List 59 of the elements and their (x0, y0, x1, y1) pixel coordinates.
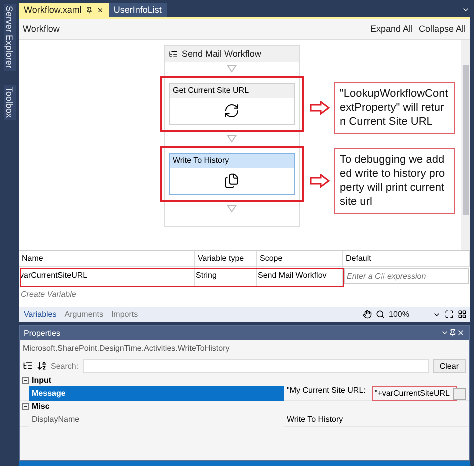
pin-icon[interactable] (86, 6, 93, 14)
hand-icon[interactable] (363, 310, 372, 319)
column-header: Scope (257, 251, 343, 267)
create-variable-link[interactable]: Create Variable (19, 289, 78, 300)
property-value: Write To History (287, 415, 344, 424)
side-tab[interactable]: Toolbox (4, 84, 16, 120)
collapse-icon[interactable] (22, 377, 29, 384)
fit-icon[interactable] (445, 310, 454, 319)
designer-tab[interactable]: Variables (22, 310, 59, 319)
panel-title: Properties (24, 328, 60, 338)
type-name: Microsoft.SharePoint.DesignTime.Activities.WriteToHistory (22, 343, 231, 355)
overview-icon[interactable] (458, 310, 467, 319)
document-tab[interactable]: Workflow.xaml (19, 3, 109, 17)
document-tab[interactable]: UserInfoList (108, 3, 167, 17)
categorized-icon[interactable] (23, 361, 33, 371)
side-tab[interactable]: Server Explorer (4, 4, 16, 71)
dropdown-icon[interactable] (462, 6, 470, 14)
search-label: Search: (51, 362, 79, 370)
activity-card[interactable]: Get Current Site URL (169, 83, 295, 125)
sequence-icon (169, 50, 178, 58)
documents-icon (224, 173, 240, 189)
column-header: Name (19, 251, 195, 267)
property-name[interactable]: Message (29, 386, 284, 401)
expression-field[interactable]: Enter a C# expression (344, 268, 469, 284)
dropdown-icon[interactable] (441, 329, 449, 337)
drop-arrow-icon (227, 205, 237, 213)
drop-arrow-icon (227, 135, 237, 143)
arrow-icon (310, 174, 330, 188)
annotation-note: To debugging we added write to history property will print current site url (334, 148, 455, 214)
table-cell: varCurrentSiteURL (19, 267, 195, 286)
pin-icon[interactable] (449, 329, 457, 337)
designer-tab[interactable]: Imports (109, 310, 140, 319)
activity-title: Write To History (170, 154, 294, 168)
search-field[interactable] (82, 359, 429, 373)
category-label: Misc (32, 402, 50, 411)
arrow-icon (310, 101, 330, 115)
activity-card[interactable]: Write To History (169, 153, 295, 195)
breadcrumb[interactable]: Workflow (23, 24, 60, 34)
drop-arrow-icon (227, 65, 237, 73)
designer-tab[interactable]: Arguments (62, 310, 106, 319)
refresh-icon (224, 103, 240, 119)
sequence-title: Send Mail Workflow (182, 49, 262, 59)
category-label: Input (32, 376, 52, 385)
table-cell: Send Mail Workflov (257, 267, 343, 286)
property-value: "My Current Site URL: (287, 386, 366, 397)
close-icon[interactable] (96, 6, 104, 14)
expand-all-link[interactable]: Expand All (370, 24, 413, 34)
column-header: Variable type (195, 251, 257, 267)
zoom-level[interactable]: 100% (389, 310, 429, 319)
annotation-note: "LookupWorkflowContextProperty" will return Current Site URL (334, 82, 455, 134)
collapse-all-link[interactable]: Collapse All (418, 24, 466, 34)
clear-button[interactable]: Clear (432, 359, 466, 373)
property-value: "+varCurrentSiteURL (372, 386, 457, 401)
column-header: Default (343, 251, 470, 267)
search-icon[interactable] (376, 310, 385, 319)
activity-title: Get Current Site URL (170, 84, 294, 98)
sort-icon[interactable] (37, 361, 47, 371)
table-cell: String (195, 267, 257, 286)
collapse-icon[interactable] (22, 403, 29, 410)
